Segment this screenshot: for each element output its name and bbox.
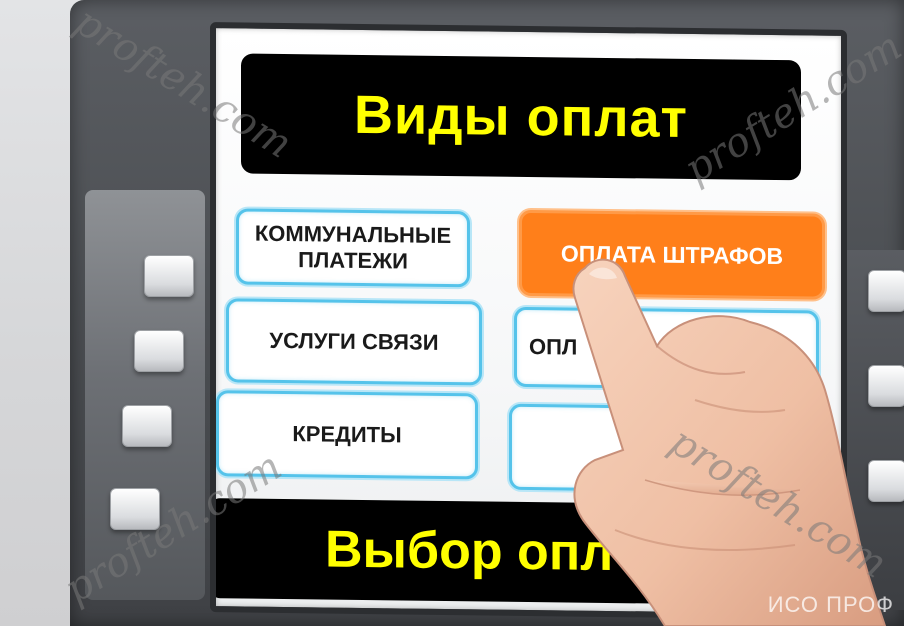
partial-payment-button[interactable]: ОПЛ	[514, 306, 819, 391]
atm-side-key-right-3[interactable]	[868, 460, 904, 502]
atm-side-key-2[interactable]	[134, 330, 184, 372]
screen-title: Виды оплат	[354, 84, 688, 149]
fines-button[interactable]: ОПЛАТА ШТРАФОВ	[519, 209, 825, 300]
utilities-button[interactable]: КОММУНАЛЬНЫЕ ПЛАТЕЖИ	[236, 208, 470, 288]
atm-side-key-4[interactable]	[110, 488, 160, 530]
atm-photo: Виды оплат КОММУНАЛЬНЫЕ ПЛАТЕЖИ ОПЛАТА Ш…	[0, 0, 904, 626]
empty-button[interactable]	[509, 403, 820, 494]
title-bar: Виды оплат	[241, 53, 801, 181]
communication-button[interactable]: УСЛУГИ СВЯЗИ	[226, 298, 482, 386]
atm-side-key-1[interactable]	[144, 255, 194, 297]
corner-watermark: ИСО ПРОФ	[767, 592, 894, 617]
atm-screen: Виды оплат КОММУНАЛЬНЫЕ ПЛАТЕЖИ ОПЛАТА Ш…	[210, 22, 847, 620]
atm-side-panel-left	[85, 190, 205, 600]
credits-button[interactable]: КРЕДИТЫ	[216, 390, 478, 480]
atm-side-key-right-2[interactable]	[868, 365, 904, 407]
atm-side-key-3[interactable]	[122, 405, 172, 447]
footer-bar: Выбор опл	[210, 498, 847, 606]
footer-text: Выбор опл	[325, 520, 614, 583]
atm-side-key-right-1[interactable]	[868, 270, 904, 312]
